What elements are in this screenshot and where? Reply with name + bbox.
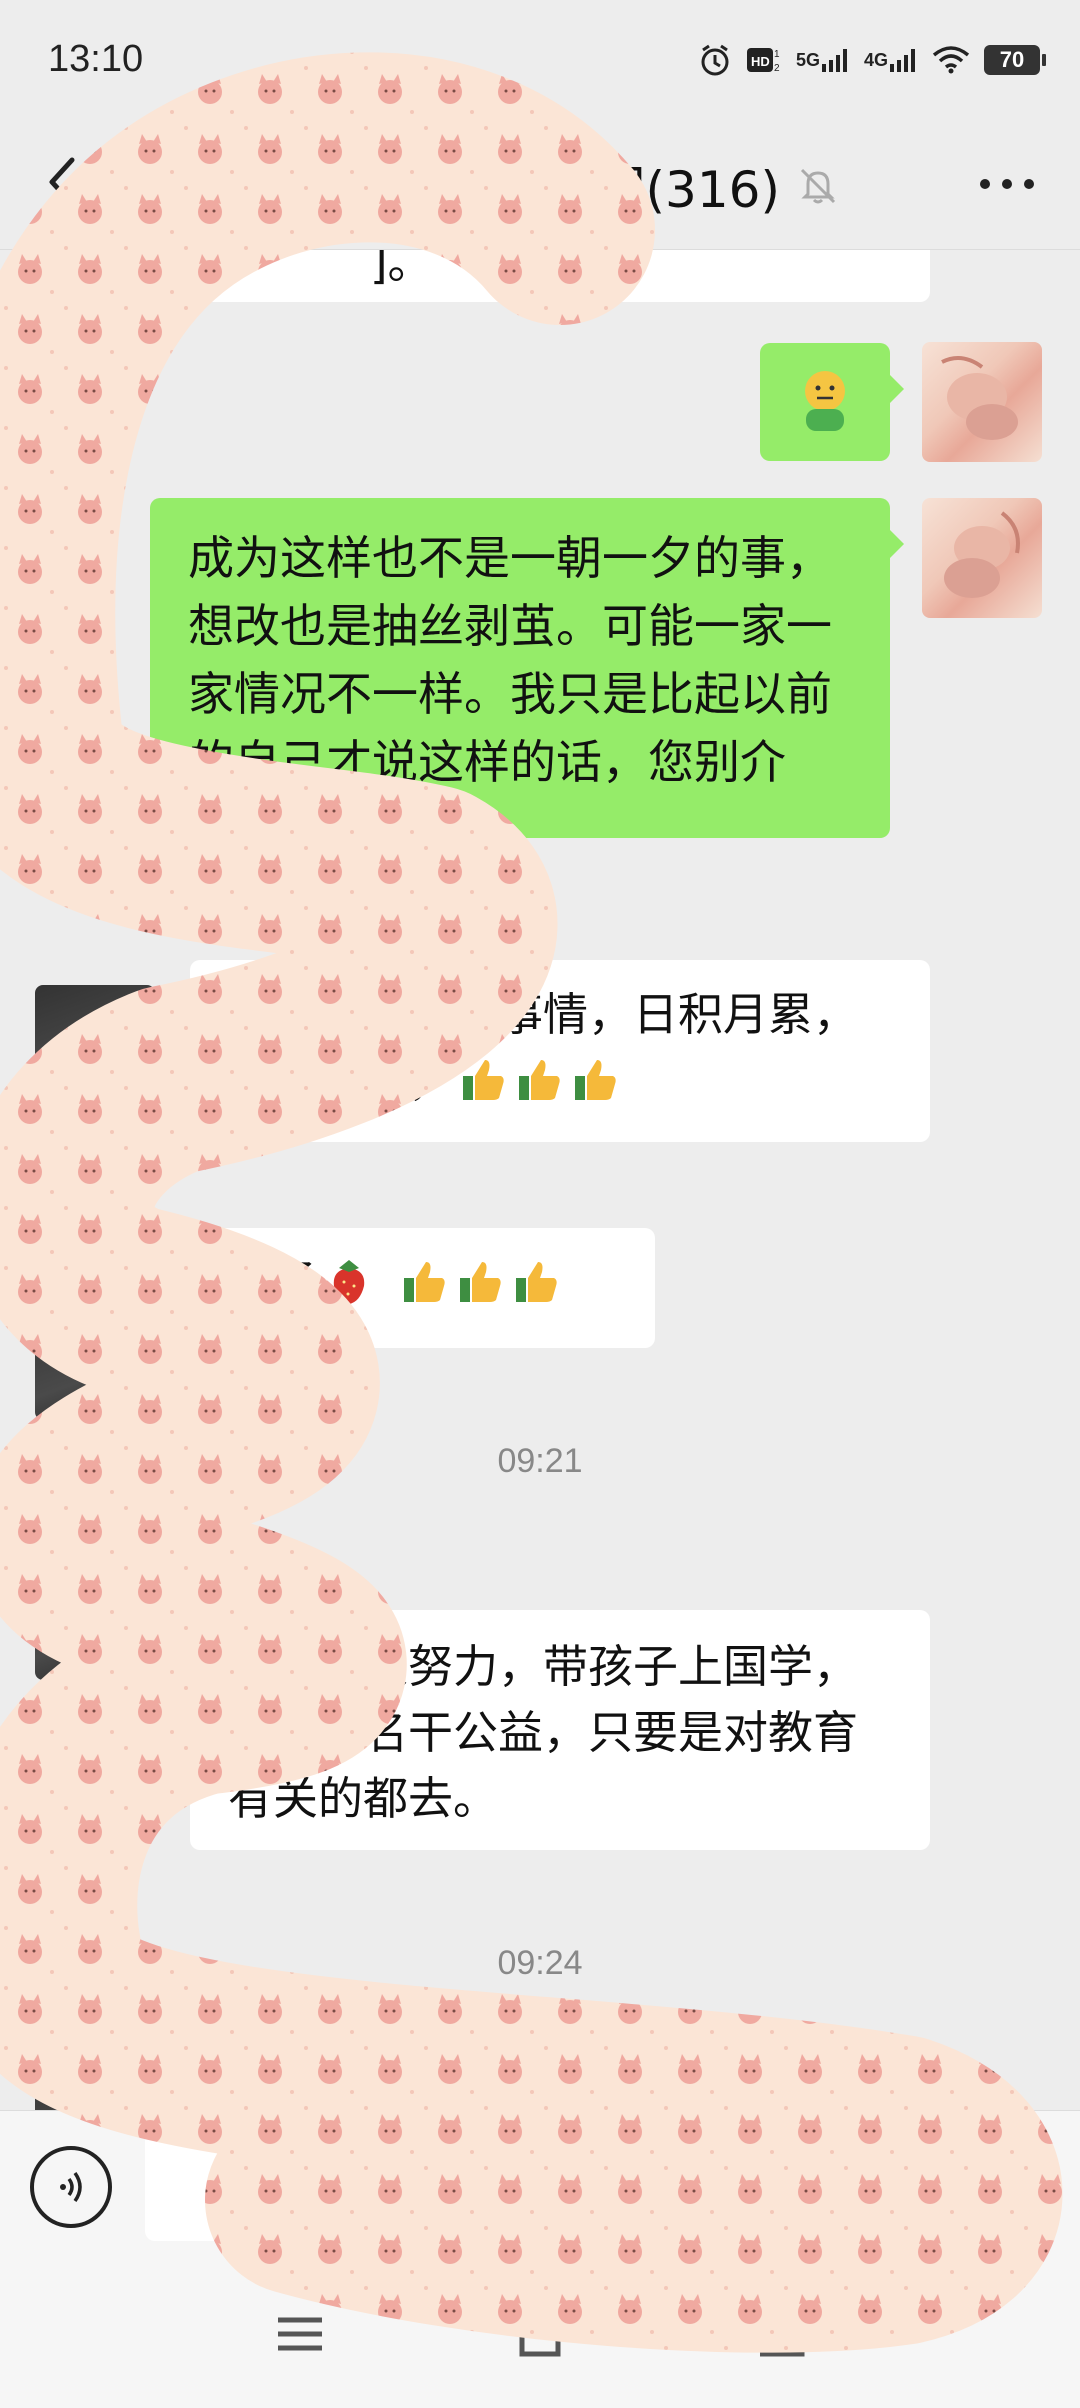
chat-header: 1 团(316): [0, 120, 1080, 250]
message-bubble-outgoing[interactable]: 成为这样也不是一朝一夕的事，想改也是抽丝剥茧。可能一家一家情况不一样。我只是比起…: [150, 498, 904, 857]
status-icons: HD 1 2 5G 4G 70: [698, 40, 1046, 80]
message-text: ]。: [370, 250, 433, 289]
sender-name: ...学业大踏团团长海海老师: [190, 2068, 549, 2103]
sender-avatar[interactable]: [35, 2058, 155, 2110]
voice-input-button[interactable]: [30, 2146, 112, 2228]
thumbs-up-icon: [575, 1060, 616, 1100]
menu-icon: [278, 2317, 322, 2351]
back-nav-button[interactable]: [750, 2304, 810, 2364]
message-bubble-incoming[interactable]: 坚持做正确的事情，日积月累，功不唐捐，: [176, 960, 930, 1142]
strawberry-icon: [333, 1260, 365, 1304]
my-avatar[interactable]: [922, 498, 1042, 618]
message-bubble-incoming[interactable]: 我现在很努力，带孩子上国学，找人报名干公益，只要是对教育有关的都去。: [176, 1610, 930, 1850]
battery-icon: 70: [984, 45, 1046, 75]
timestamp-separator: 09:21: [497, 1442, 583, 1480]
mute-bell-icon: [796, 164, 840, 208]
chat-messages[interactable]: ]。 成为这样也不是一朝一夕的事，想改也是抽丝剥茧。可能一家一家情况不一样。我只…: [0, 250, 1080, 2110]
svg-text:1: 1: [774, 49, 780, 60]
my-avatar[interactable]: [922, 342, 1042, 462]
thumbs-up-icon: [516, 1262, 557, 1302]
message-text: 成为这样也不是一朝一夕的事，想改也是抽丝剥茧。可能一家一家情况不一样。我只是比起…: [188, 531, 832, 857]
dot-icon: [980, 179, 990, 189]
alarm-icon: [698, 43, 732, 77]
message-bubble-outgoing[interactable]: [760, 343, 904, 461]
message-bubble-incoming[interactable]: 赞扬: [176, 1228, 655, 1348]
message-bubble-incoming[interactable]: ]。: [190, 250, 930, 302]
voice-icon: [60, 2171, 82, 2203]
menu-button[interactable]: [270, 2304, 330, 2364]
sender-avatar[interactable]: [35, 1300, 155, 1420]
thumbs-up-icon: [404, 1262, 445, 1302]
emoji-sticker-icon: [805, 371, 845, 431]
chevron-left-icon: [49, 157, 75, 207]
status-bar: 13:10 HD 1 2 5G 4G 70: [0, 0, 1080, 120]
signal-5g-icon: 5G: [796, 46, 850, 74]
wifi-icon: [932, 45, 970, 75]
thumbs-up-icon: [463, 1060, 504, 1100]
more-actions-button[interactable]: [968, 2146, 1050, 2228]
thumbs-up-emojis: [453, 1054, 621, 1107]
signal-4g-icon: 4G: [864, 46, 918, 74]
back-button[interactable]: [42, 152, 82, 212]
dot-icon: [1024, 179, 1034, 189]
thumbs-up-icon: [519, 1060, 560, 1100]
hd-icon: HD 1 2: [746, 45, 782, 75]
message-input[interactable]: [145, 2131, 945, 2241]
dot-icon: [1002, 179, 1012, 189]
system-nav-bar: [0, 2260, 1080, 2408]
sender-avatar[interactable]: [35, 985, 155, 1105]
status-time: 13:10: [48, 38, 144, 80]
svg-text:HD: HD: [751, 54, 770, 69]
more-options-button[interactable]: [980, 174, 1040, 194]
back-arrow-icon: [757, 2308, 805, 2357]
message-text: 我现在很努力，带孩子上国学，找人报名干公益，只要是对教育有关的都去。: [228, 1640, 859, 1825]
home-icon: [512, 2309, 568, 2357]
chat-title[interactable]: 团(316): [300, 150, 780, 222]
home-button[interactable]: [508, 2304, 568, 2364]
net2-label: 4G: [863, 50, 888, 70]
sender-avatar[interactable]: [35, 1560, 155, 1680]
thumbs-up-icon: [460, 1262, 501, 1302]
input-bar: [0, 2110, 1080, 2260]
timestamp-separator: 09:24: [497, 1944, 583, 1982]
plus-icon: [991, 2169, 1027, 2205]
svg-text:2: 2: [774, 63, 780, 74]
unread-count-badge[interactable]: 1: [96, 152, 156, 212]
message-text: 赞扬: [228, 1256, 319, 1309]
net1-label: 5G: [795, 50, 820, 70]
